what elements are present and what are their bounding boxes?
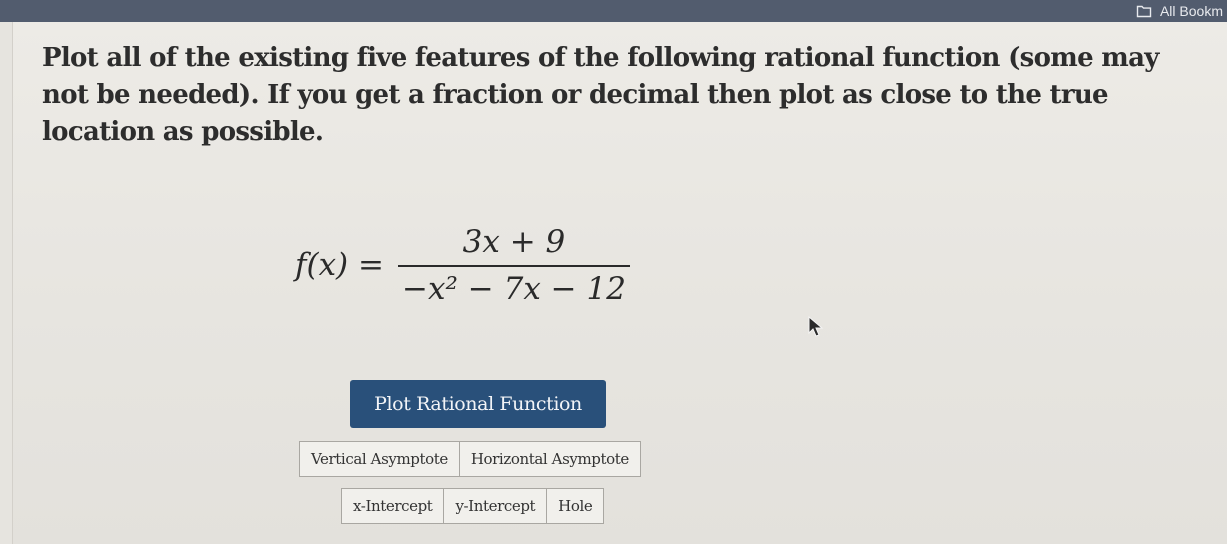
x-intercept-button[interactable]: x-Intercept xyxy=(342,489,445,523)
vertical-asymptote-button[interactable]: Vertical Asymptote xyxy=(300,442,460,476)
fraction: 3x + 9 −x² − 7x − 12 xyxy=(397,223,630,307)
feature-button-group-2: x-Intercept y-Intercept Hole xyxy=(341,488,605,524)
feature-button-group-1: Vertical Asymptote Horizontal Asymptote xyxy=(299,441,641,477)
mouse-cursor-icon xyxy=(808,316,824,337)
numerator: 3x + 9 xyxy=(462,223,566,260)
denominator: −x² − 7x − 12 xyxy=(402,270,626,307)
question-instructions: Plot all of the existing five features o… xyxy=(42,43,1159,147)
rational-function-equation: f(x) = 3x + 9 −x² − 7x − 12 xyxy=(295,210,630,320)
function-lhs: f(x) = xyxy=(295,247,384,283)
plot-rational-function-button[interactable]: Plot Rational Function xyxy=(350,380,606,428)
y-intercept-button[interactable]: y-Intercept xyxy=(444,489,548,523)
folder-icon xyxy=(1136,5,1152,18)
all-bookmarks-label: All Bookm xyxy=(1159,3,1223,19)
horizontal-asymptote-button[interactable]: Horizontal Asymptote xyxy=(459,442,640,476)
question-page: Plot all of the existing five features o… xyxy=(12,22,1227,544)
hole-button[interactable]: Hole xyxy=(547,489,604,523)
all-bookmarks-item[interactable]: All Bookm xyxy=(1136,0,1223,22)
bookmarks-bar: All Bookm xyxy=(0,0,1227,22)
